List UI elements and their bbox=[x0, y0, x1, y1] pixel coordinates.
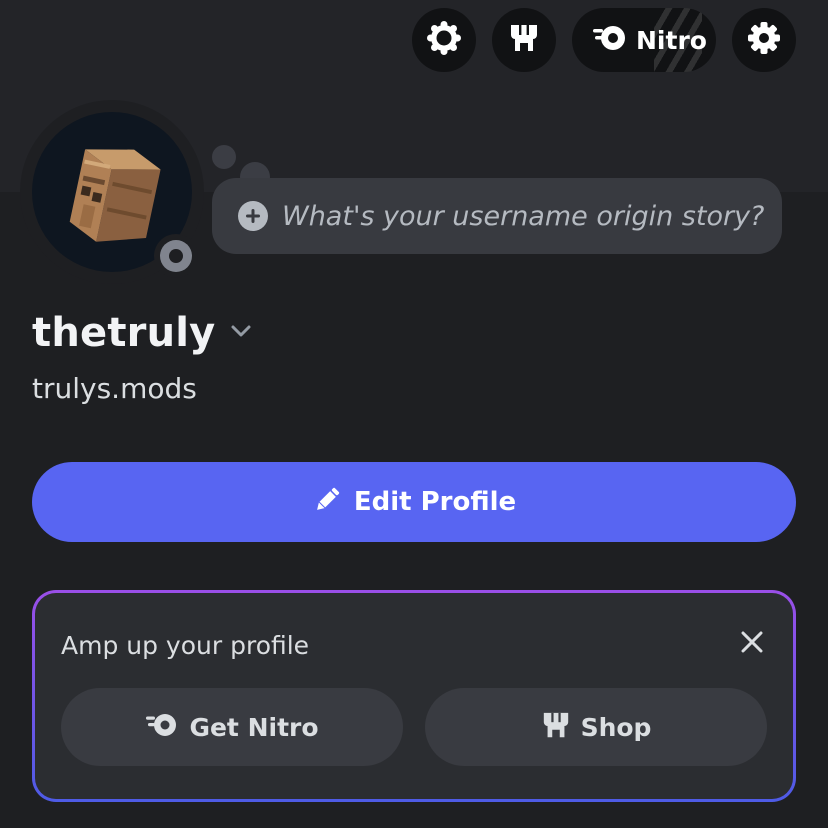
get-nitro-label: Get Nitro bbox=[189, 712, 319, 742]
amp-up-profile-card: Amp up your profile Get Nitro Shop bbox=[32, 590, 796, 802]
nitro-label: Nitro bbox=[636, 25, 707, 55]
custom-status-input[interactable]: What's your username origin story? bbox=[212, 178, 782, 254]
nitro-button[interactable]: Nitro bbox=[572, 8, 716, 72]
gear-icon bbox=[747, 21, 781, 59]
status-placeholder: What's your username origin story? bbox=[282, 200, 765, 232]
edit-profile-button[interactable]: Edit Profile bbox=[32, 462, 796, 542]
nitro-icon bbox=[145, 712, 179, 742]
pencil-icon bbox=[312, 485, 342, 519]
badge-icon bbox=[427, 21, 461, 59]
add-icon bbox=[238, 201, 268, 231]
shop-icon bbox=[508, 22, 540, 58]
status-indicator bbox=[154, 234, 198, 278]
badges-button[interactable] bbox=[412, 8, 476, 72]
shop-icon bbox=[541, 710, 571, 744]
chevron-down-icon bbox=[229, 323, 253, 343]
username: trulys.mods bbox=[32, 372, 197, 405]
top-actions: Nitro bbox=[412, 8, 796, 72]
shop-label: Shop bbox=[580, 712, 652, 742]
close-button[interactable] bbox=[737, 629, 767, 659]
display-name-switcher[interactable]: thetruly bbox=[32, 310, 253, 356]
nitro-icon bbox=[592, 24, 628, 56]
get-nitro-button[interactable]: Get Nitro bbox=[61, 688, 403, 766]
thought-bubble-dot-small bbox=[212, 145, 236, 169]
close-icon bbox=[740, 630, 764, 658]
display-name: thetruly bbox=[32, 310, 216, 356]
shop-button[interactable]: Shop bbox=[425, 688, 767, 766]
settings-button[interactable] bbox=[732, 8, 796, 72]
amp-card-title: Amp up your profile bbox=[61, 631, 310, 660]
edit-profile-label: Edit Profile bbox=[353, 487, 517, 517]
offline-status-dot bbox=[160, 240, 192, 272]
shop-button[interactable] bbox=[492, 8, 556, 72]
